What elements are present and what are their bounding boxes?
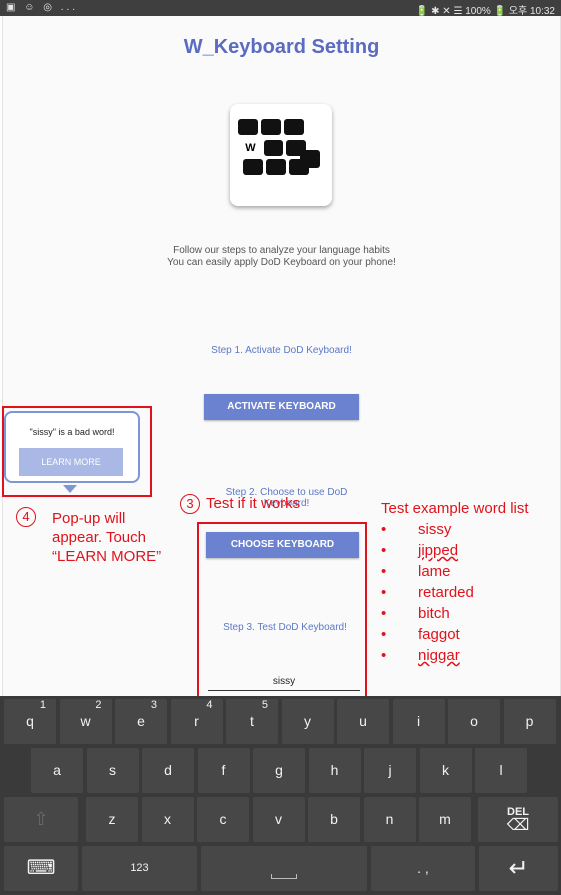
annotation-popup-number: 4: [16, 507, 42, 527]
key-j[interactable]: j: [364, 748, 416, 793]
key-e[interactable]: e3: [115, 699, 167, 744]
annotation-popup-text: Pop-up will appear. Touch “LEARN MORE”: [52, 509, 161, 566]
popup-message: "sissy" is a bad word!: [29, 427, 115, 437]
bullet: •: [381, 542, 387, 559]
keyboard-settings-icon[interactable]: ⌨: [4, 846, 78, 891]
backspace-icon: ⌫: [506, 817, 530, 834]
key-c[interactable]: c: [197, 797, 249, 842]
logo-w-key: W: [240, 140, 261, 156]
key-b[interactable]: b: [308, 797, 360, 842]
key-hint-number: 1: [39, 699, 46, 711]
popup-tail: [63, 485, 77, 493]
key-r[interactable]: r4: [170, 699, 223, 744]
enter-key[interactable]: ↵: [479, 846, 558, 891]
intro-line-2: You can easily apply DoD Keyboard on you…: [167, 257, 396, 268]
number-mode-key[interactable]: 123: [82, 846, 197, 891]
activate-keyboard-button[interactable]: ACTIVATE KEYBOARD: [204, 394, 359, 420]
annotation-popup-line-2: appear. Touch: [52, 529, 146, 546]
test-word-list: Test example word list • sissy • jipped • l…: [381, 500, 561, 664]
key-p[interactable]: p: [503, 699, 556, 744]
page-title: W_Keyboard Setting: [183, 36, 380, 58]
annotation-test-text: Test if it works: [206, 494, 301, 512]
intro-line-1: Follow our steps to analyze your languag…: [173, 245, 390, 256]
key-q[interactable]: q1: [4, 699, 56, 744]
key-g[interactable]: g: [253, 748, 305, 793]
key-i[interactable]: i: [392, 699, 445, 744]
key-hint-number: 2: [95, 699, 102, 711]
key-z[interactable]: z: [86, 797, 138, 842]
word-list-title: Test example word list: [381, 500, 529, 517]
status-bar: ▣ ☺ ◎ ... 🔋 ✱ ✕ ☰ 100% 🔋 오후 10:32: [0, 0, 561, 17]
annotation-number-3: 3: [180, 494, 200, 514]
key-f[interactable]: f: [197, 748, 250, 793]
key-a[interactable]: a: [31, 748, 83, 793]
key-o[interactable]: o: [448, 699, 500, 744]
bullet: •: [381, 563, 387, 580]
word-item: faggot: [418, 626, 460, 643]
delete-label: DEL: [507, 806, 529, 818]
shift-key[interactable]: ⇧: [4, 797, 78, 842]
annotation-popup-line-3: “LEARN MORE”: [52, 548, 162, 565]
test-highlight-box: [197, 522, 367, 699]
key-l[interactable]: l: [475, 748, 527, 793]
bullet: •: [381, 647, 387, 664]
key-hint-number: 5: [261, 699, 268, 711]
step-1-label: Step 1. Activate DoD Keyboard!: [211, 345, 352, 356]
annotation-test: 3 Test if it works: [180, 494, 300, 514]
key-hint-number: 4: [206, 699, 213, 711]
status-right-info: 🔋 ✱ ✕ ☰ 100% 🔋 오후 10:32: [415, 6, 555, 17]
bullet: •: [381, 521, 387, 538]
word-item: retarded: [418, 584, 474, 601]
key-x[interactable]: x: [141, 797, 194, 842]
annotation-number-4: 4: [16, 507, 36, 527]
soft-keyboard: q1w2e3r4t5yuiop asdfghjkl ⇧ DEL ⌫ zxcvbn…: [0, 696, 561, 895]
punctuation-key[interactable]: . ,: [371, 846, 475, 891]
key-s[interactable]: s: [86, 748, 139, 793]
key-k[interactable]: k: [419, 748, 472, 793]
bullet: •: [381, 584, 387, 601]
bullet: •: [381, 626, 387, 643]
key-hint-number: 3: [150, 699, 157, 711]
status-left-icons: ▣ ☺ ◎ ...: [6, 2, 79, 13]
key-w[interactable]: w2: [59, 699, 112, 744]
word-item: bitch: [418, 605, 450, 622]
annotation-popup-line-1: Pop-up will: [52, 510, 126, 527]
word-item: sissy: [418, 521, 452, 538]
keyboard-logo: W: [230, 104, 332, 206]
learn-more-button[interactable]: LEARN MORE: [19, 448, 123, 476]
key-t[interactable]: t5: [226, 699, 278, 744]
key-d[interactable]: d: [142, 748, 194, 793]
space-bar[interactable]: [201, 846, 367, 891]
key-u[interactable]: u: [337, 699, 389, 744]
word-item: niggar: [418, 647, 460, 664]
key-v[interactable]: v: [252, 797, 305, 842]
key-y[interactable]: y: [281, 699, 334, 744]
word-item: lame: [418, 563, 451, 580]
delete-key[interactable]: DEL ⌫: [478, 797, 558, 842]
intro-text: Follow our steps to analyze your languag…: [3, 245, 560, 269]
bullet: •: [381, 605, 387, 622]
word-item: jipped: [418, 542, 459, 559]
key-h[interactable]: h: [308, 748, 361, 793]
bad-word-popup: "sissy" is a bad word! LEARN MORE: [4, 411, 140, 483]
key-n[interactable]: n: [363, 797, 416, 842]
key-m[interactable]: m: [419, 797, 471, 842]
